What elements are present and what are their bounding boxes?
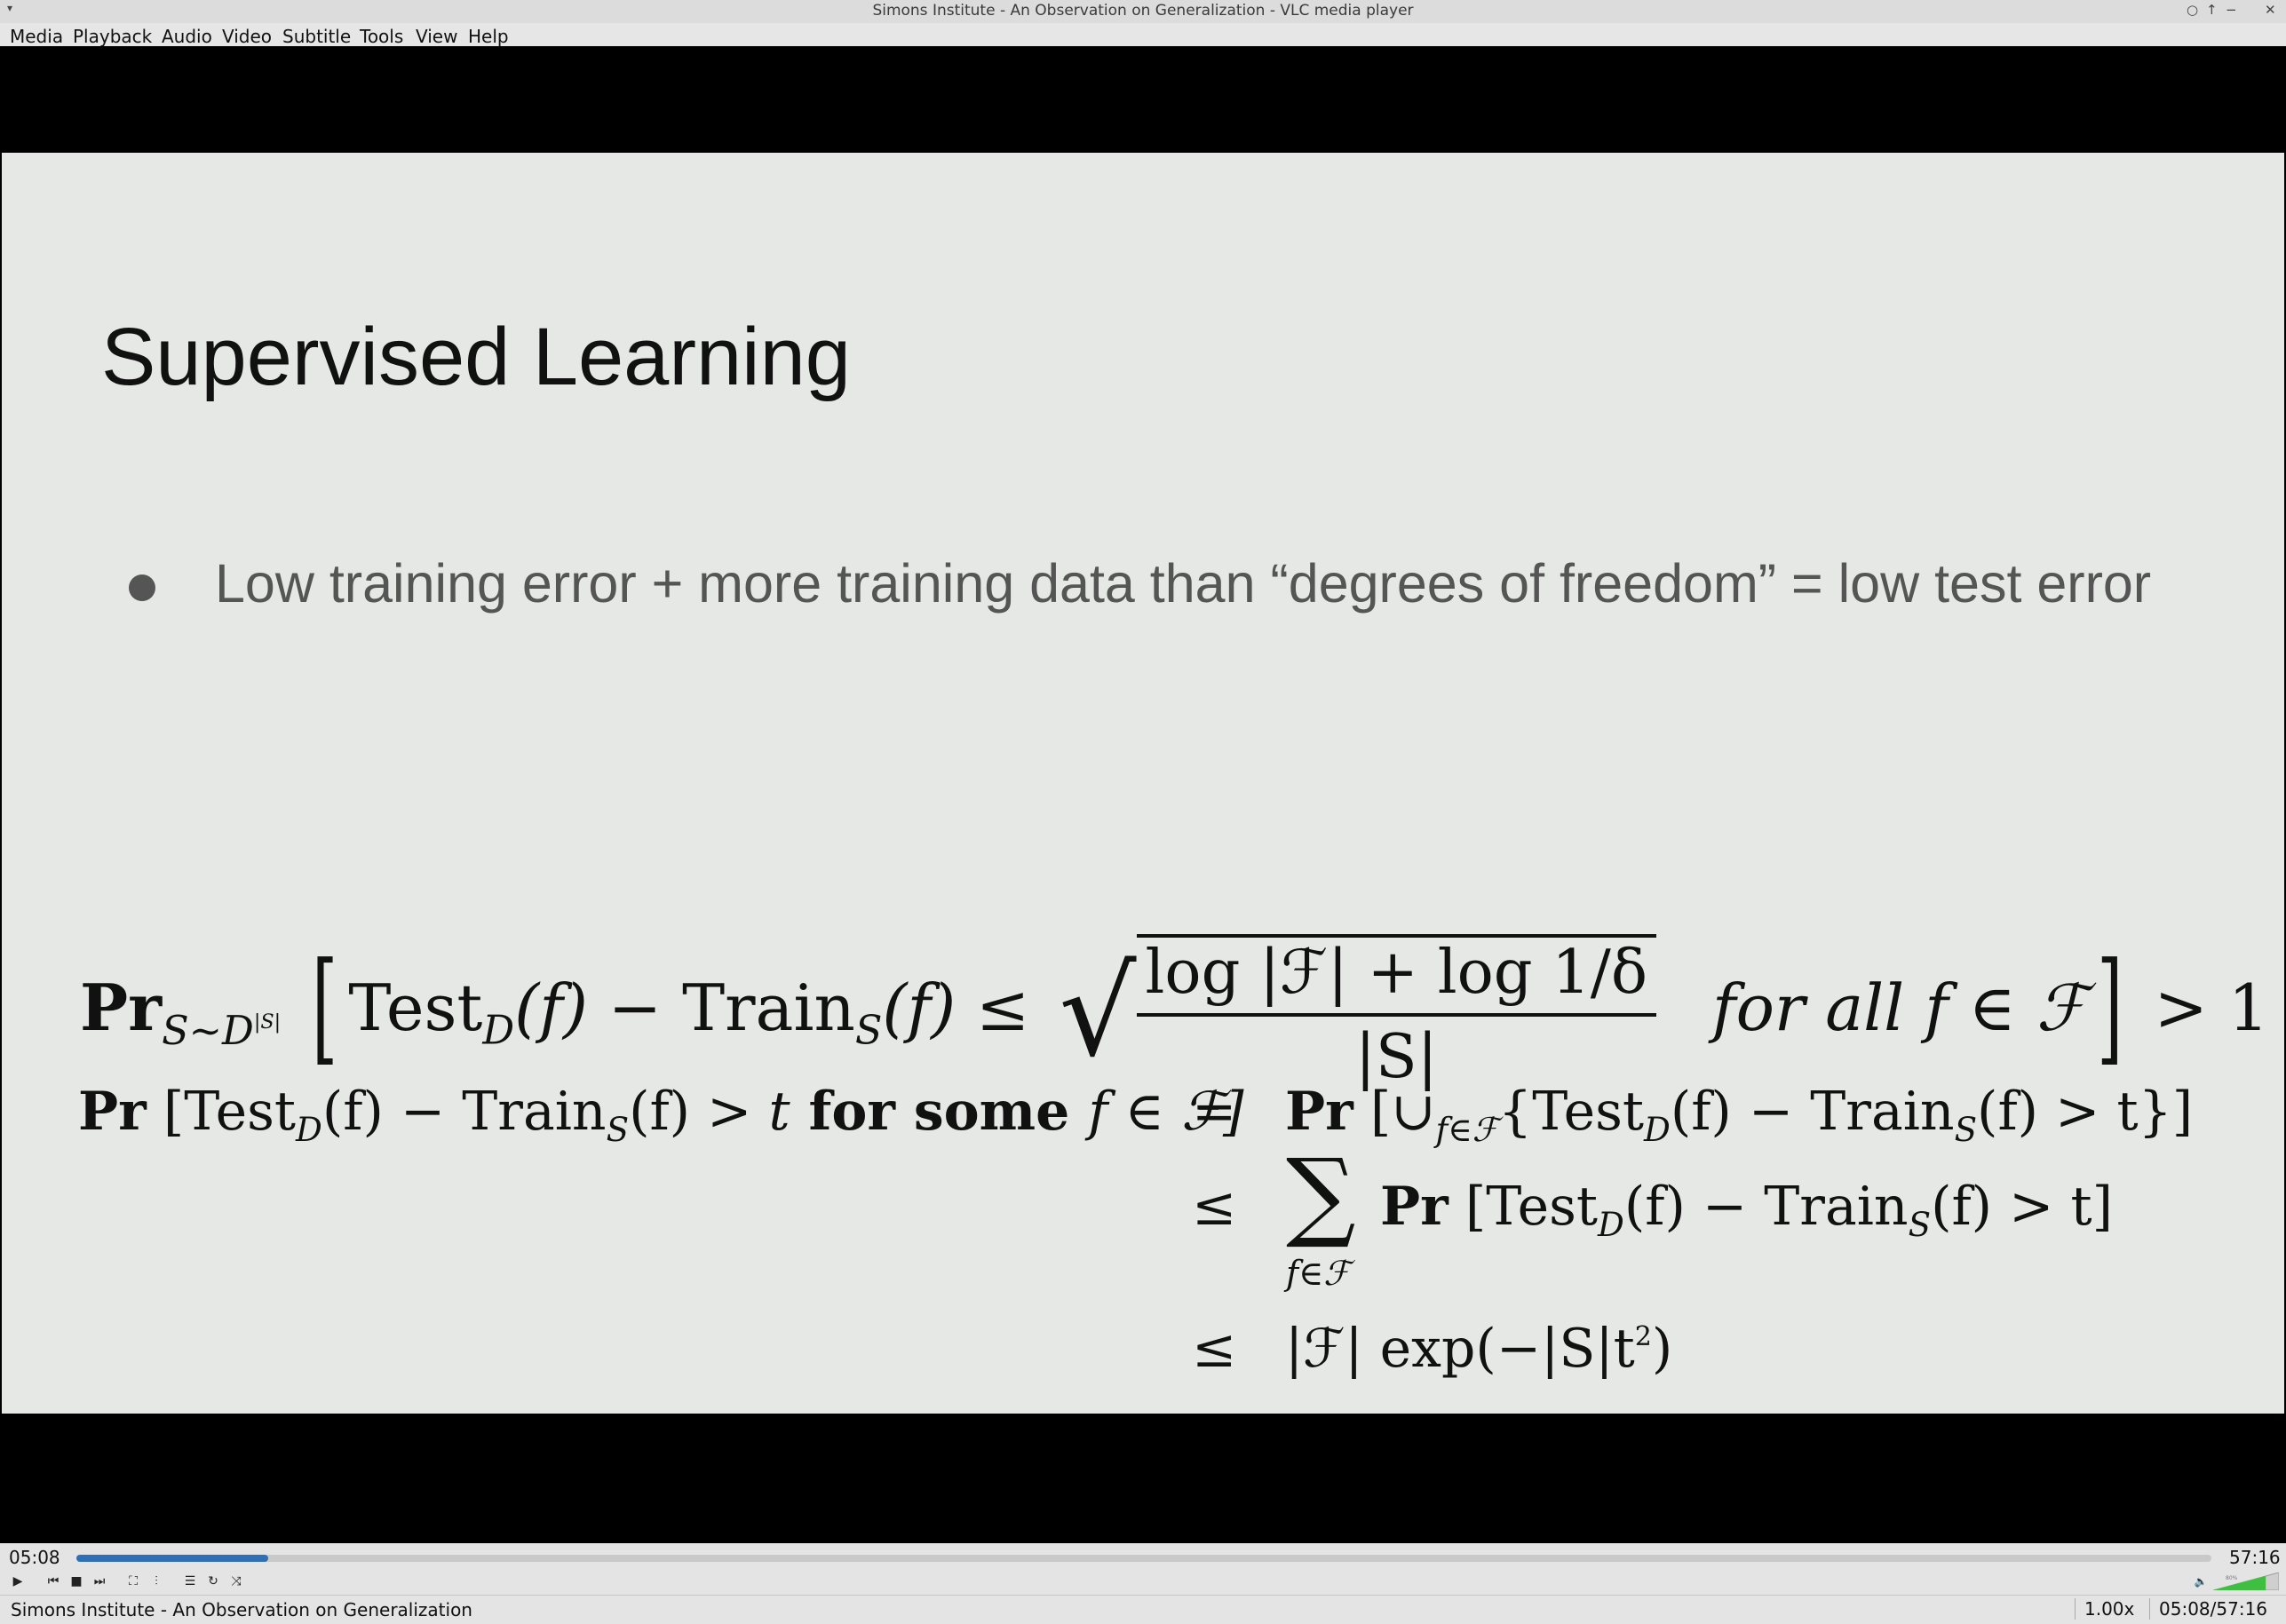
sub-d: D bbox=[482, 1007, 515, 1054]
playlist-icon[interactable]: ☰ bbox=[179, 1571, 201, 1592]
status-media-title: Simons Institute - An Observation on Gen… bbox=[11, 1599, 472, 1620]
fraction: log |ℱ| + log 1/δ |S| bbox=[1136, 934, 1657, 1092]
rhs3-exponent: 2 bbox=[1634, 1321, 1652, 1352]
union-bound-lhs: Pr [TestD(f) − TrainS(f) > t for some f … bbox=[78, 1081, 1244, 1149]
title-bar: ▾ Simons Institute - An Observation on G… bbox=[0, 0, 2286, 24]
pr-sub-text: S∼D bbox=[162, 1007, 254, 1054]
sum-symbol: ∑ bbox=[1286, 1137, 1356, 1251]
keep-above-icon[interactable]: ○ bbox=[2187, 2, 2198, 18]
fraction-numerator: log |ℱ| + log 1/δ bbox=[1136, 938, 1657, 1017]
presentation-slide: Supervised Learning Low training error +… bbox=[2, 153, 2286, 1414]
menu-tools[interactable]: Tools bbox=[360, 26, 403, 47]
status-time[interactable]: 05:08/57:16 bbox=[2149, 1598, 2267, 1620]
menu-subtitle[interactable]: Subtitle bbox=[282, 26, 351, 47]
right-bracket: ] bbox=[2097, 936, 2123, 1078]
sub-s: S bbox=[606, 1110, 630, 1150]
window-title: Simons Institute - An Observation on Gen… bbox=[872, 2, 1414, 20]
fx-1: (f) bbox=[514, 970, 588, 1045]
pr-subscript: S∼D|S| bbox=[162, 1008, 281, 1054]
lhs-gt: (f) > bbox=[629, 1081, 769, 1143]
menu-playback[interactable]: Playback bbox=[73, 26, 152, 47]
volume-mute-icon[interactable]: 🔈 bbox=[2190, 1571, 2211, 1592]
rhs1-union: [∪ bbox=[1369, 1081, 1436, 1143]
close-icon[interactable]: ✕ bbox=[2265, 2, 2276, 18]
menu-audio[interactable]: Audio bbox=[162, 26, 212, 47]
playback-speed[interactable]: 1.00x bbox=[2075, 1598, 2147, 1620]
sqrt: √ log |ℱ| + log 1/δ |S| bbox=[1059, 934, 1657, 1092]
lhs-for-some: for some bbox=[790, 1081, 1089, 1143]
rhs1-tail: (f) > t}] bbox=[1977, 1081, 2194, 1143]
status-bar: Simons Institute - An Observation on Gen… bbox=[0, 1595, 2286, 1624]
lhs-test: [Test bbox=[163, 1081, 296, 1143]
volume-label: 80% bbox=[2226, 1575, 2238, 1581]
menu-media[interactable]: Media bbox=[10, 26, 63, 47]
rhs2-train: (f) − Train bbox=[1623, 1176, 1909, 1238]
fullscreen-icon[interactable]: ⛶ bbox=[123, 1571, 144, 1592]
seek-bar-progress bbox=[76, 1555, 268, 1562]
rhs1-test: {Test bbox=[1498, 1081, 1644, 1143]
loop-icon[interactable]: ↻ bbox=[202, 1571, 224, 1592]
slide-title: Supervised Learning bbox=[101, 312, 851, 402]
rhs1-union-sub: f∈ℱ bbox=[1435, 1110, 1499, 1150]
menu-view[interactable]: View bbox=[416, 26, 457, 47]
union-bound-rhs-2: Pr [TestD(f) − TrainS(f) > t] bbox=[1380, 1176, 2113, 1244]
minimize-icon[interactable]: − bbox=[2226, 2, 2237, 18]
slide-bullet: Low training error + more training data … bbox=[215, 553, 2152, 614]
equation-generalization-bound: PrS∼D|S| [TestD(f) − TrainS(f) ≤ √ log |ℱ… bbox=[80, 934, 2286, 1092]
sub-s: S bbox=[854, 1007, 883, 1054]
random-icon[interactable]: ⤨ bbox=[226, 1571, 247, 1592]
rhs2-tail: (f) > t] bbox=[1931, 1176, 2114, 1238]
bullet-dot bbox=[129, 574, 155, 601]
sub-d: D bbox=[1598, 1205, 1624, 1245]
pr-symbol: Pr bbox=[1285, 1081, 1353, 1143]
play-icon[interactable]: ▶ bbox=[7, 1571, 28, 1592]
fx-2: (f) bbox=[882, 970, 956, 1045]
volume-slider[interactable]: 80% bbox=[2213, 1573, 2279, 1590]
next-icon[interactable]: ⏭ bbox=[89, 1571, 110, 1592]
leq: ≤ bbox=[956, 970, 1051, 1045]
sub-s: S bbox=[1954, 1110, 1978, 1150]
sqrt-sign: √ bbox=[1059, 942, 1137, 1084]
lhs-t: t bbox=[768, 1081, 790, 1143]
elapsed-time: 05:08 bbox=[9, 1547, 60, 1568]
minus: − bbox=[587, 970, 683, 1045]
lhs-train: (f) − Train bbox=[321, 1081, 607, 1143]
pr-symbol: Pr bbox=[1380, 1176, 1449, 1238]
sub-s: S bbox=[1908, 1205, 1932, 1245]
rhs3-close: ) bbox=[1651, 1318, 1673, 1380]
previous-icon[interactable]: ⏮ bbox=[43, 1571, 64, 1592]
menu-video[interactable]: Video bbox=[222, 26, 272, 47]
pr-symbol: Pr bbox=[78, 1081, 147, 1143]
union-bound-rhs-3: |ℱ| exp(−|S|t2) bbox=[1285, 1318, 1672, 1380]
left-bracket: [ bbox=[312, 936, 338, 1078]
train-text: Train bbox=[682, 970, 855, 1045]
shade-icon[interactable]: ↑ bbox=[2206, 2, 2218, 18]
menu-bar: Media Playback Audio Video Subtitle Tool… bbox=[0, 23, 2286, 47]
relation-equals: = bbox=[1192, 1081, 1237, 1143]
for-all-text: for all f ∈ ℱ bbox=[1711, 970, 2087, 1045]
rhs3-body: |ℱ| exp(−|S|t bbox=[1285, 1318, 1635, 1380]
relation-leq-1: ≤ bbox=[1192, 1176, 1237, 1238]
sub-d: D bbox=[296, 1110, 322, 1150]
test-text: Test bbox=[348, 970, 483, 1045]
equation-tail: > 1 − δ bbox=[2154, 970, 2286, 1045]
sum-subscript: f∈ℱ bbox=[1286, 1254, 1351, 1293]
pr-symbol: Pr bbox=[80, 970, 163, 1045]
extended-settings-icon[interactable]: ⫶ bbox=[146, 1571, 167, 1592]
total-time: 57:16 bbox=[2229, 1547, 2281, 1568]
menu-help[interactable]: Help bbox=[468, 26, 509, 47]
pr-sub-sup: |S| bbox=[253, 1010, 282, 1034]
seek-bar[interactable] bbox=[76, 1555, 2211, 1562]
union-bound-rhs-1: Pr [∪f∈ℱ{TestD(f) − TrainS(f) > t}] bbox=[1285, 1081, 2193, 1149]
stop-icon[interactable]: ■ bbox=[66, 1571, 87, 1592]
sub-d: D bbox=[1643, 1110, 1671, 1150]
rhs1-train: (f) − Train bbox=[1670, 1081, 1955, 1143]
rhs2-test: [Test bbox=[1464, 1176, 1598, 1238]
relation-leq-2: ≤ bbox=[1192, 1318, 1237, 1380]
video-area[interactable]: Supervised Learning Low training error +… bbox=[0, 46, 2286, 1543]
